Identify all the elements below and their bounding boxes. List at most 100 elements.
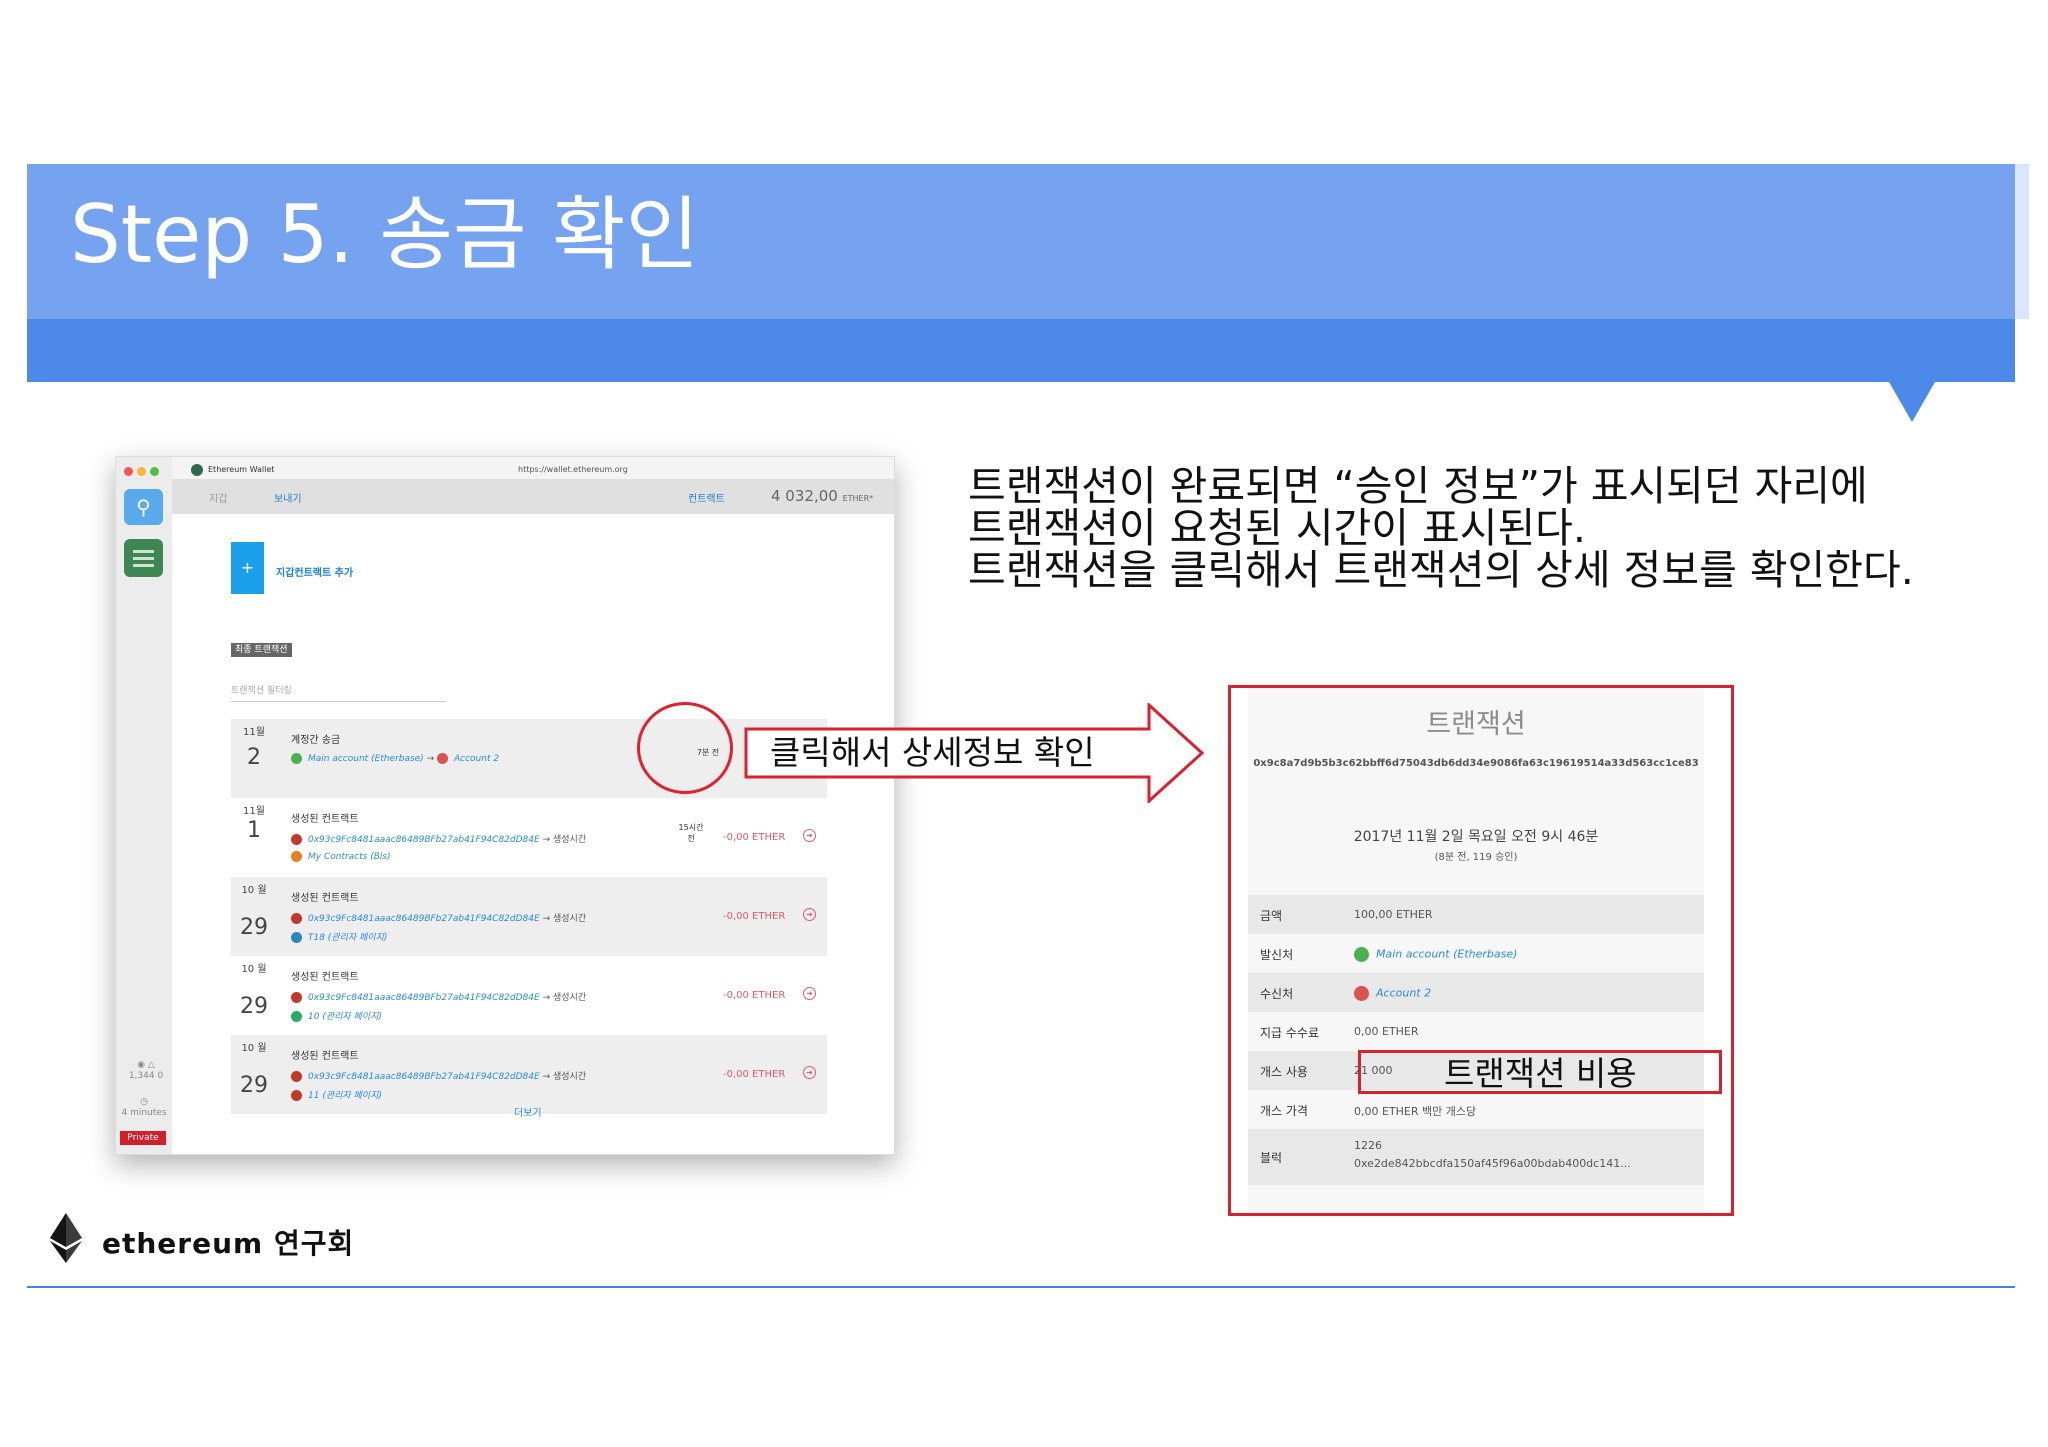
tx-from[interactable]: 0x93c9Fc8481aaac86489BFb27ab41F94C82dD84… — [308, 993, 540, 1003]
slide-header-pointer — [1889, 382, 1935, 422]
detail-value[interactable]: Main account (Etherbase) — [1354, 947, 1517, 962]
tx-created: 생성시간 — [552, 993, 587, 1003]
footer-brand-suffix: 연구회 — [273, 1227, 355, 1260]
detail-key: 개스 가격 — [1260, 1104, 1308, 1118]
tx-amount: -0,00 ETHER — [723, 911, 786, 922]
account-avatar-icon — [291, 834, 302, 845]
transaction-detail-content: 트랜잭션 0x9c8a7d9b5b3c62bbff6d75043db6dd34e… — [1248, 688, 1704, 1213]
tx-arrow: → — [542, 835, 551, 845]
search-icon[interactable]: ⚲ — [124, 489, 163, 525]
detail-title: 트랜잭션 — [1426, 709, 1526, 740]
contract-avatar-icon — [291, 851, 302, 862]
detail-row-from: 발신처 Main account (Etherbase) — [1248, 934, 1704, 973]
tx-to[interactable]: Account 2 — [454, 754, 499, 764]
tx-time-ago: 15시간 전 — [678, 823, 704, 843]
tx-open-icon[interactable]: ➜ — [803, 987, 816, 1000]
tx-month: 11월 — [243, 727, 265, 738]
tx-arrow: → — [426, 754, 435, 764]
peers-icon: ◉ △ — [137, 1060, 155, 1070]
tx-created: 생성시간 — [552, 1072, 587, 1082]
annotation-click-label: 클릭해서 상세정보 확인 — [770, 733, 1095, 772]
window-close-dot[interactable] — [124, 467, 133, 476]
detail-hash: 0x9c8a7d9b5b3c62bbff6d75043db6dd34e9086f… — [1253, 758, 1699, 769]
transaction-row[interactable]: 10 월 29 생성된 컨트랙트 0x93c9Fc8481aaac86489BF… — [231, 877, 827, 956]
tab-wallet[interactable]: 지갑 — [209, 490, 227, 505]
show-more-link[interactable]: 더보기 — [514, 1104, 542, 1119]
tx-contract: 10 (관리자 페이지) — [291, 1009, 382, 1022]
tx-title: 계정간 송금 — [291, 735, 341, 746]
to-account[interactable]: Account 2 — [1376, 987, 1431, 1000]
tx-day: 29 — [240, 994, 268, 1019]
detail-row-gas-price: 개스 가격 0,00 ETHER 백만 개스당 — [1248, 1090, 1704, 1129]
detail-value: 0,00 ETHER 백만 개스당 — [1354, 1105, 1477, 1118]
transaction-row[interactable]: 11월 2 계정간 송금 Main account (Etherbase) → … — [231, 719, 827, 798]
detail-value[interactable]: Account 2 — [1354, 986, 1431, 1001]
detail-block-hash[interactable]: 0xe2de842bbcdfa150af45f96a00bdab400dc141… — [1354, 1157, 1631, 1170]
description-line: 트랜잭션이 완료되면 “승인 정보”가 표시되던 자리에 — [968, 462, 1868, 510]
transaction-row[interactable]: 11월 1 생성된 컨트랙트 0x93c9Fc8481aaac86489BFb2… — [231, 798, 827, 877]
tx-contract: T18 (관리자 페이지) — [291, 930, 387, 943]
tx-open-icon[interactable]: ➜ — [803, 908, 816, 921]
transaction-filter-input[interactable]: 트랜잭션 필터링 — [231, 683, 446, 702]
contract-avatar-icon — [291, 1090, 302, 1101]
detail-row-block: 블럭 1226 0xe2de842bbcdfa150af45f96a00bdab… — [1248, 1129, 1704, 1185]
from-account[interactable]: Main account (Etherbase) — [1376, 948, 1517, 961]
transaction-row[interactable]: 10 월 29 생성된 컨트랙트 0x93c9Fc8481aaac86489BF… — [231, 1035, 827, 1114]
tx-contract-name[interactable]: 11 (관리자 페이지) — [308, 1091, 382, 1101]
slide-header-edge — [2015, 164, 2029, 319]
transaction-row[interactable]: 10 월 29 생성된 컨트랙트 0x93c9Fc8481aaac86489BF… — [231, 956, 827, 1035]
window-minimize-dot[interactable] — [137, 467, 146, 476]
annotation-gas-label: 트랜잭션 비용 — [1444, 1054, 1637, 1093]
detail-row-amount: 금액 100,00 ETHER — [1248, 895, 1704, 934]
tx-day: 29 — [240, 1073, 268, 1098]
account-avatar-icon — [291, 992, 302, 1003]
tx-open-icon[interactable]: ➜ — [803, 829, 816, 842]
tx-title: 생성된 컨트랙트 — [291, 1051, 359, 1062]
tx-day: 29 — [240, 915, 268, 940]
tx-amount: -0,00 ETHER — [723, 832, 786, 843]
add-contract-button[interactable]: + — [231, 542, 264, 594]
detail-value[interactable]: 1226 — [1354, 1139, 1382, 1152]
tab-contracts[interactable]: 컨트랙트 — [688, 490, 725, 505]
tx-contract: 11 (관리자 페이지) — [291, 1088, 382, 1101]
window-zoom-dot[interactable] — [150, 467, 159, 476]
tx-from-to: 0x93c9Fc8481aaac86489BFb27ab41F94C82dD84… — [291, 832, 586, 845]
block-time-indicator: ◷ 4 minutes — [116, 1097, 172, 1119]
wallet-icon[interactable] — [124, 539, 163, 577]
clock-icon: ◷ — [140, 1097, 148, 1107]
detail-key: 발신처 — [1260, 948, 1294, 962]
tab-send[interactable]: 보내기 — [274, 490, 302, 505]
detail-date: 2017년 11월 2일 목요일 오전 9시 46분 — [1353, 829, 1599, 845]
balance-unit: ETHER* — [842, 494, 874, 503]
description-line: 트랜잭션을 클릭해서 트랜잭션의 상세 정보를 확인한다. — [968, 546, 1914, 594]
peers-pending: 0 — [157, 1071, 164, 1081]
contract-avatar-icon — [291, 932, 302, 943]
detail-value: 0,00 ETHER — [1354, 1025, 1419, 1038]
description-line: 트랜잭션이 요청된 시간이 표시된다. — [968, 504, 1586, 552]
account-avatar-icon — [291, 913, 302, 924]
peers-indicator: ◉ △ 1,344 0 — [124, 1060, 168, 1082]
footer-brand: ethereum 연구회 — [102, 1222, 354, 1262]
tx-month: 10 월 — [241, 964, 267, 975]
tx-from[interactable]: 0x93c9Fc8481aaac86489BFb27ab41F94C82dD84… — [308, 1072, 540, 1082]
tx-contract-name[interactable]: T18 (관리자 페이지) — [308, 933, 387, 943]
wallet-balance: 4 032,00 ETHER* — [771, 487, 873, 505]
peers-count: 1,344 — [128, 1071, 155, 1081]
tx-from[interactable]: 0x93c9Fc8481aaac86489BFb27ab41F94C82dD84… — [308, 914, 540, 924]
tx-open-icon[interactable]: ➜ — [803, 1066, 816, 1079]
tx-day: 2 — [247, 745, 261, 770]
tx-from[interactable]: Main account (Etherbase) — [308, 754, 424, 764]
highlight-circle — [637, 702, 733, 794]
tx-arrow: → — [542, 1072, 551, 1082]
tx-contract: My Contracts (Bis) — [291, 851, 391, 862]
tx-from[interactable]: 0x93c9Fc8481aaac86489BFb27ab41F94C82dD84… — [308, 835, 540, 845]
tx-amount: -0,00 ETHER — [723, 1069, 786, 1080]
detail-row-to: 수신처 Account 2 — [1248, 973, 1704, 1012]
tx-contract-name[interactable]: My Contracts (Bis) — [308, 852, 391, 862]
tx-contract-name[interactable]: 10 (관리자 페이지) — [308, 1012, 382, 1022]
contract-avatar-icon — [291, 1011, 302, 1022]
tx-day: 1 — [247, 818, 261, 843]
block-time: 4 minutes — [121, 1108, 167, 1118]
app-name: Ethereum Wallet — [208, 465, 275, 474]
add-contract-label[interactable]: 지갑컨트랙트 추가 — [276, 564, 353, 579]
